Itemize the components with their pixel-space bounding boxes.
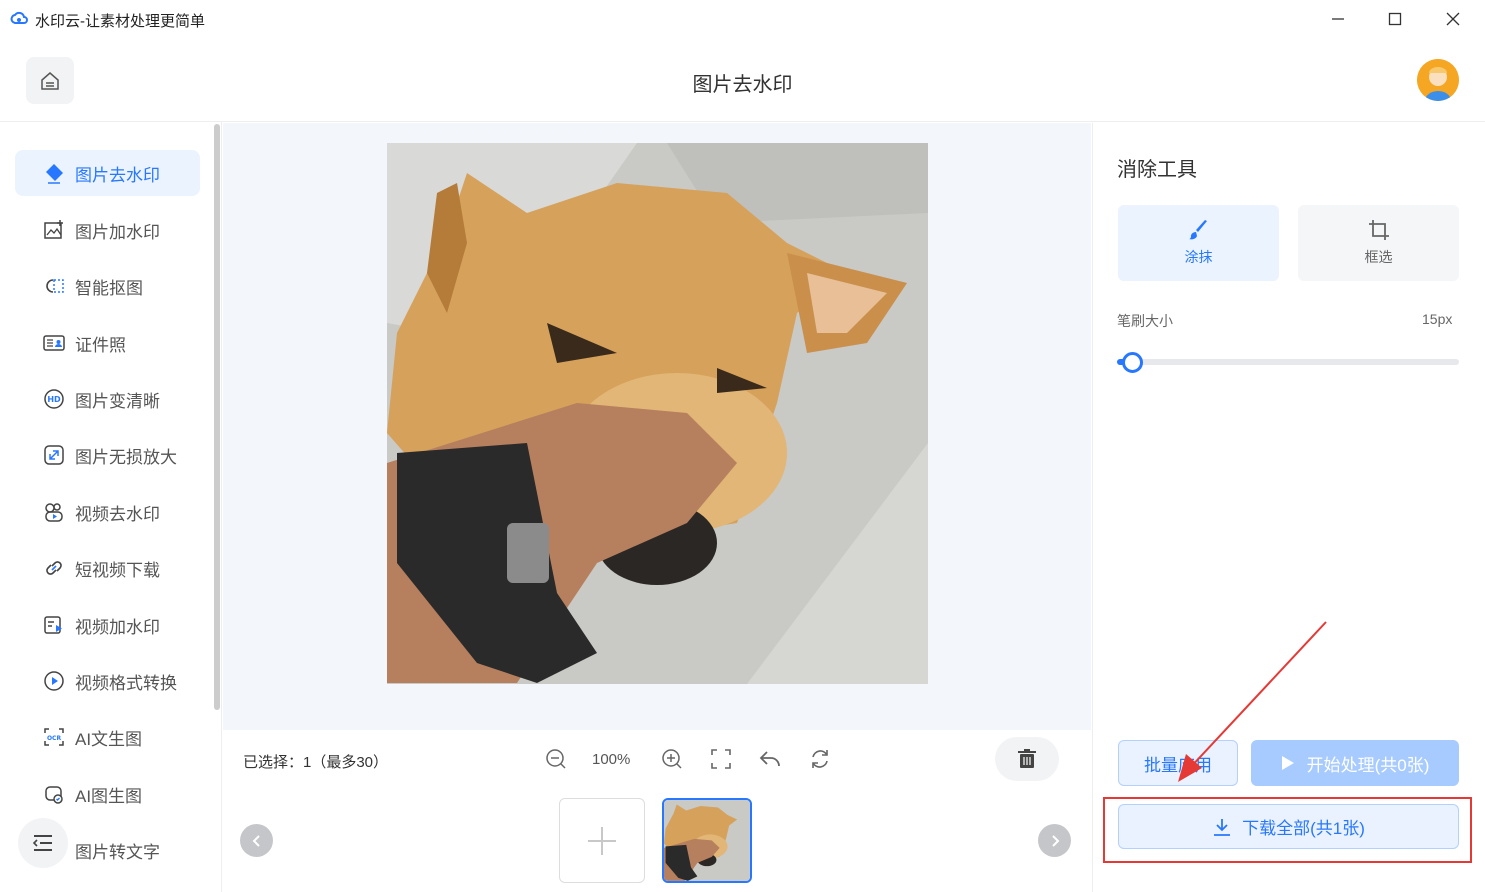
sidebar-scrollbar[interactable] <box>214 124 220 710</box>
image-add-icon <box>44 220 63 239</box>
sidebar-item-label: 视频加水印 <box>75 617 160 637</box>
prev-image-button[interactable] <box>240 824 273 857</box>
maximize-button[interactable] <box>1372 4 1418 34</box>
link-icon <box>46 561 62 575</box>
fullscreen-icon <box>711 749 731 769</box>
sidebar-item-video-add-watermark[interactable]: 视频加水印 <box>15 602 200 648</box>
maximize-icon <box>1388 12 1402 26</box>
sidebar-item-label: 图片变清晰 <box>75 391 160 411</box>
sidebar-item-ai-text-to-image[interactable]: OCR AI文生图 <box>15 714 200 760</box>
reset-button[interactable] <box>807 746 833 772</box>
selection-count: 已选择：1（最多30） <box>243 754 389 771</box>
avatar[interactable] <box>1417 59 1459 101</box>
svg-text:HD: HD <box>47 395 61 404</box>
sidebar-item-remove-watermark[interactable]: 图片去水印 <box>15 150 200 196</box>
undo-icon <box>759 751 780 767</box>
image-thumbnail[interactable] <box>662 798 752 883</box>
hd-icon: HD <box>44 389 64 409</box>
sidebar-item-label: 证件照 <box>75 335 126 355</box>
close-icon <box>1446 12 1460 26</box>
sidebar-item-label: AI文生图 <box>75 729 143 749</box>
fit-screen-button[interactable] <box>708 746 734 772</box>
sidebar-item-label: 智能抠图 <box>75 278 143 298</box>
menu-collapse-icon <box>32 835 52 851</box>
zoom-level: 100% <box>592 751 631 768</box>
svg-text:OCR: OCR <box>47 735 62 742</box>
smear-tool-button[interactable]: 涂抹 <box>1118 205 1279 281</box>
dog-thumbnail-icon <box>664 800 750 881</box>
title-bar <box>0 0 1485 38</box>
refresh-icon <box>812 750 828 768</box>
annotation-arrow-icon <box>1178 621 1327 782</box>
add-image-button[interactable] <box>559 798 645 883</box>
delete-button[interactable] <box>995 737 1059 781</box>
sidebar-item-label: 图片加水印 <box>75 222 160 242</box>
brush-size-slider[interactable] <box>1117 359 1459 365</box>
sidebar-item-lossless-enlarge[interactable]: 图片无损放大 <box>15 432 200 478</box>
sidebar-item-video-format-convert[interactable]: 视频格式转换 <box>15 658 200 704</box>
sidebar-item-label: 图片无损放大 <box>75 447 177 467</box>
sidebar-item-short-video-download[interactable]: 短视频下载 <box>15 545 200 591</box>
id-card-icon <box>43 335 65 351</box>
video-add-icon <box>44 616 62 634</box>
tool-panel-title: 消除工具 <box>1117 159 1197 181</box>
box-select-tool-label: 框选 <box>1364 249 1393 265</box>
eraser-icon <box>46 164 63 184</box>
zoom-out-button[interactable] <box>543 746 569 772</box>
app-logo-icon <box>10 11 28 24</box>
sidebar-item-label: 视频去水印 <box>75 504 160 524</box>
editing-image[interactable] <box>387 143 928 684</box>
sidebar-item-smart-cutout[interactable]: 智能抠图 <box>15 263 200 309</box>
sidebar-item-label: 图片去水印 <box>75 165 160 185</box>
close-button[interactable] <box>1430 4 1476 34</box>
plus-icon <box>588 826 616 855</box>
brush-size-slider-handle[interactable] <box>1122 352 1143 373</box>
trash-icon <box>1018 749 1036 768</box>
minimize-icon <box>1332 18 1344 20</box>
ai-image-icon <box>45 786 63 804</box>
zoom-out-icon <box>546 749 566 769</box>
sidebar-item-label: AI图生图 <box>75 786 143 806</box>
brush-icon <box>1188 220 1207 240</box>
undo-button[interactable] <box>757 746 783 772</box>
cutout-icon <box>46 279 64 293</box>
ocr-icon: OCR <box>44 728 64 746</box>
chevron-right-icon <box>1051 834 1059 847</box>
page-title: 图片去水印 <box>692 74 793 96</box>
chevron-left-icon <box>252 834 260 847</box>
brush-size-label: 笔刷大小 <box>1117 313 1173 329</box>
enlarge-icon <box>44 445 64 465</box>
sidebar-item-add-watermark[interactable]: 图片加水印 <box>15 207 200 253</box>
sidebar-collapse-button[interactable] <box>18 818 68 868</box>
zoom-in-button[interactable] <box>659 746 685 772</box>
sidebar-item-id-photo[interactable]: 证件照 <box>15 320 200 366</box>
video-eraser-icon <box>45 503 63 522</box>
dog-photo-icon <box>387 143 928 684</box>
next-image-button[interactable] <box>1038 824 1071 857</box>
smear-tool-label: 涂抹 <box>1184 249 1213 265</box>
window-title: 水印云-让素材处理更简单 <box>35 13 205 30</box>
sidebar-item-image-sharpen[interactable]: HD 图片变清晰 <box>15 376 200 422</box>
crop-icon <box>1368 220 1389 240</box>
brush-size-value: 15px <box>1422 311 1453 327</box>
zoom-in-icon <box>662 749 682 769</box>
user-avatar-icon <box>1417 59 1459 101</box>
sidebar-item-label: 短视频下载 <box>75 560 160 580</box>
sidebar-item-label: 视频格式转换 <box>75 673 177 693</box>
sidebar-item-ai-image-to-image[interactable]: AI图生图 <box>15 771 200 817</box>
sidebar-item-label: 图片转文字 <box>75 842 160 862</box>
box-select-tool-button[interactable]: 框选 <box>1298 205 1459 281</box>
minimize-button[interactable] <box>1315 4 1361 34</box>
highlight-box <box>1103 797 1472 863</box>
sidebar-item-video-remove-watermark[interactable]: 视频去水印 <box>15 489 200 535</box>
play-circle-icon <box>44 671 64 691</box>
